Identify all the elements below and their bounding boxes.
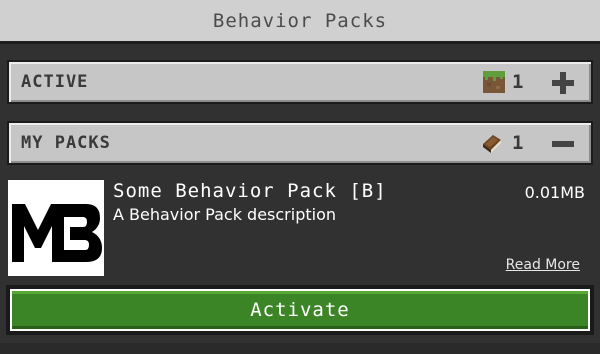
grass-block-icon <box>483 71 505 93</box>
section-active-label: ACTIVE <box>21 72 89 92</box>
window-title: Behavior Packs <box>0 0 600 44</box>
activate-button-label: Activate <box>10 289 590 331</box>
pack-logo-image <box>12 204 102 262</box>
section-my-packs-count: 1 <box>512 132 524 154</box>
minus-icon[interactable] <box>551 132 575 156</box>
activate-button[interactable]: Activate <box>6 285 594 335</box>
section-my-packs-header[interactable]: MY PACKS 1 <box>7 121 593 165</box>
plus-icon[interactable] <box>551 71 575 95</box>
pack-size: 0.01MB <box>524 183 585 202</box>
read-more-link[interactable]: Read More <box>506 257 580 273</box>
section-active-count: 1 <box>512 71 524 93</box>
pack-name: Some Behavior Pack [B] <box>113 180 387 202</box>
pack-description: A Behavior Pack description <box>113 205 337 224</box>
section-my-packs-label: MY PACKS <box>21 133 111 153</box>
section-active-header[interactable]: ACTIVE 1 <box>7 60 593 104</box>
book-icon <box>483 135 501 153</box>
bottom-edge <box>0 343 600 354</box>
pack-logo <box>8 180 104 276</box>
